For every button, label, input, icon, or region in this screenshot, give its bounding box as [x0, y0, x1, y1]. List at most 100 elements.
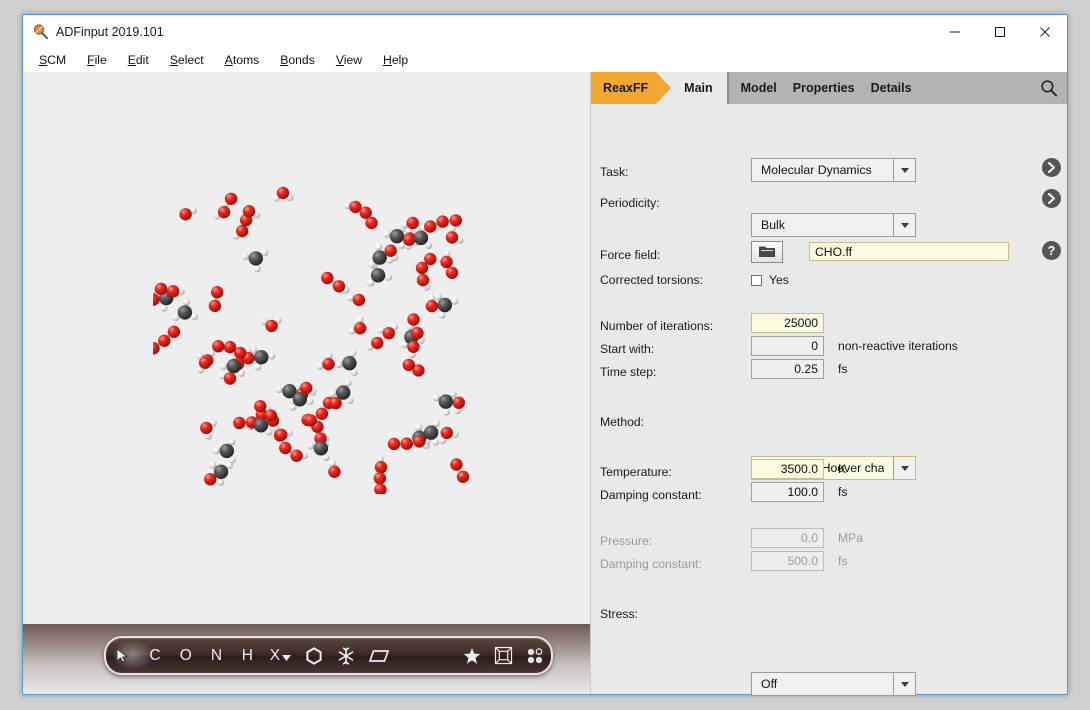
- window-controls: [932, 15, 1067, 48]
- periodicity-dropdown[interactable]: Bulk: [751, 213, 916, 237]
- force-field-label: Force field:: [600, 248, 661, 262]
- checkbox-box[interactable]: [751, 274, 762, 286]
- close-button[interactable]: [1022, 15, 1067, 48]
- carbon-tool[interactable]: C: [140, 638, 171, 673]
- start-with-row: Start with:: [600, 338, 654, 360]
- folder-icon[interactable]: [751, 241, 783, 263]
- time-step-unit: fs: [838, 362, 848, 376]
- minimize-button[interactable]: [932, 15, 977, 48]
- menu-atoms[interactable]: Atoms: [225, 53, 260, 67]
- corrected-torsions-row: Corrected torsions:: [600, 269, 703, 291]
- checkbox-label: Yes: [769, 273, 789, 287]
- title-bar: ADFinput 2019.101: [23, 15, 1067, 48]
- stress-row: Stress:: [600, 603, 638, 625]
- desktop-background: ADFinput 2019.101 SCM File Edit Select A…: [0, 0, 1090, 710]
- temperature-row: Temperature:: [600, 461, 672, 483]
- pressure-unit: MPa: [838, 531, 864, 545]
- periodicity-label: Periodicity:: [600, 196, 660, 210]
- window-title: ADFinput 2019.101: [56, 24, 164, 39]
- force-field-input[interactable]: CHO.ff: [809, 242, 1009, 261]
- molecule-3d-view[interactable]: C O N H X: [23, 72, 590, 694]
- periodicity-row: Periodicity:: [600, 192, 660, 214]
- menu-scm[interactable]: SCM: [39, 53, 66, 67]
- method-row: Method:: [600, 411, 644, 433]
- periodicity-value: Bulk: [761, 218, 785, 232]
- start-with-suffix: non-reactive iterations: [838, 339, 958, 353]
- iterations-label: Number of iterations:: [600, 319, 714, 333]
- temperature-unit: K: [838, 462, 847, 476]
- periodicity-expand-button[interactable]: [1042, 189, 1061, 208]
- tab-model[interactable]: Model: [741, 81, 777, 95]
- crystal-tool[interactable]: [330, 638, 362, 673]
- corrected-torsions-checkbox[interactable]: Yes: [751, 269, 789, 291]
- atom-dots-tool[interactable]: [519, 638, 551, 673]
- temperature-input[interactable]: 3500.0: [751, 459, 824, 479]
- menu-file[interactable]: File: [87, 53, 107, 67]
- task-value: Molecular Dynamics: [761, 163, 872, 177]
- magnifier-icon: [32, 23, 49, 40]
- start-with-label: Start with:: [600, 342, 655, 356]
- corrected-torsions-label: Corrected torsions:: [600, 273, 703, 287]
- nitrogen-tool[interactable]: N: [201, 638, 232, 673]
- task-expand-button[interactable]: [1042, 158, 1061, 177]
- menu-view[interactable]: View: [336, 53, 362, 67]
- menu-bar: SCM File Edit Select Atoms Bonds View He…: [23, 48, 1067, 71]
- search-icon[interactable]: [1031, 72, 1067, 104]
- time-step-input[interactable]: 0.25: [751, 359, 824, 379]
- chevron-down-icon[interactable]: [893, 159, 915, 181]
- start-with-input[interactable]: 0: [751, 336, 824, 356]
- chevron-down-icon[interactable]: [893, 214, 915, 236]
- module-badge-reaxff[interactable]: ReaxFF: [591, 72, 672, 104]
- adfinput-window: ADFinput 2019.101 SCM File Edit Select A…: [22, 14, 1068, 696]
- tab-properties[interactable]: Properties: [793, 81, 855, 95]
- pressure-input: 0.0: [751, 528, 824, 548]
- task-row: Task:: [600, 161, 628, 183]
- time-step-label: Time step:: [600, 365, 657, 379]
- favorites-tool[interactable]: [456, 638, 488, 673]
- damping-constant-p-row: Damping constant:: [600, 553, 702, 575]
- damping-constant-p-label: Damping constant:: [600, 557, 702, 571]
- damping-constant-t-unit: fs: [838, 485, 848, 499]
- tab-details[interactable]: Details: [871, 81, 912, 95]
- tab-group: Model Properties Details: [728, 72, 1031, 104]
- molecule-structure: [153, 186, 470, 494]
- temperature-label: Temperature:: [600, 465, 672, 479]
- damping-constant-p-unit: fs: [838, 554, 848, 568]
- menu-select[interactable]: Select: [170, 53, 204, 67]
- oxygen-tool[interactable]: O: [170, 638, 201, 673]
- viewer-bottom-strip: C O N H X: [23, 624, 590, 694]
- molecule-canvas[interactable]: [23, 72, 590, 694]
- other-element-tool[interactable]: X: [263, 638, 298, 673]
- damping-constant-t-label: Damping constant:: [600, 488, 702, 502]
- pressure-row: Pressure:: [600, 530, 652, 552]
- maximize-button[interactable]: [977, 15, 1022, 48]
- main-form: Task: Molecular Dynamics Periodicity: Bu…: [591, 104, 1067, 696]
- iterations-row: Number of iterations:: [600, 315, 713, 337]
- settings-panel: ReaxFF Main Model Properties Details Tas…: [590, 72, 1067, 696]
- pressure-label: Pressure:: [600, 534, 653, 548]
- stress-dropdown[interactable]: Off: [751, 672, 916, 696]
- unit-cell-tool[interactable]: [488, 638, 520, 673]
- damping-constant-t-input[interactable]: 100.0: [751, 482, 824, 502]
- chevron-down-icon[interactable]: [893, 457, 915, 479]
- tab-bar: ReaxFF Main Model Properties Details: [591, 72, 1067, 104]
- ring-tool[interactable]: [298, 638, 330, 673]
- hydrogen-tool[interactable]: H: [232, 638, 263, 673]
- plane-tool[interactable]: [362, 638, 397, 673]
- time-step-row: Time step:: [600, 361, 656, 383]
- atom-tool-bar[interactable]: C O N H X: [104, 636, 553, 675]
- method-label: Method:: [600, 415, 645, 429]
- stress-label: Stress:: [600, 607, 638, 621]
- window-body: C O N H X ReaxFF Main Model Properties D…: [23, 72, 1067, 696]
- damping-constant-t-row: Damping constant:: [600, 484, 702, 506]
- menu-help[interactable]: Help: [383, 53, 408, 67]
- chevron-down-icon[interactable]: [893, 673, 915, 695]
- tool-spacer: [397, 638, 456, 673]
- task-label: Task:: [600, 165, 629, 179]
- menu-bonds[interactable]: Bonds: [280, 53, 315, 67]
- question-mark-icon[interactable]: ?: [1042, 241, 1061, 260]
- task-dropdown[interactable]: Molecular Dynamics: [751, 158, 916, 182]
- iterations-input[interactable]: 25000: [751, 313, 824, 333]
- select-cursor-tool[interactable]: [106, 638, 140, 673]
- menu-edit[interactable]: Edit: [128, 53, 149, 67]
